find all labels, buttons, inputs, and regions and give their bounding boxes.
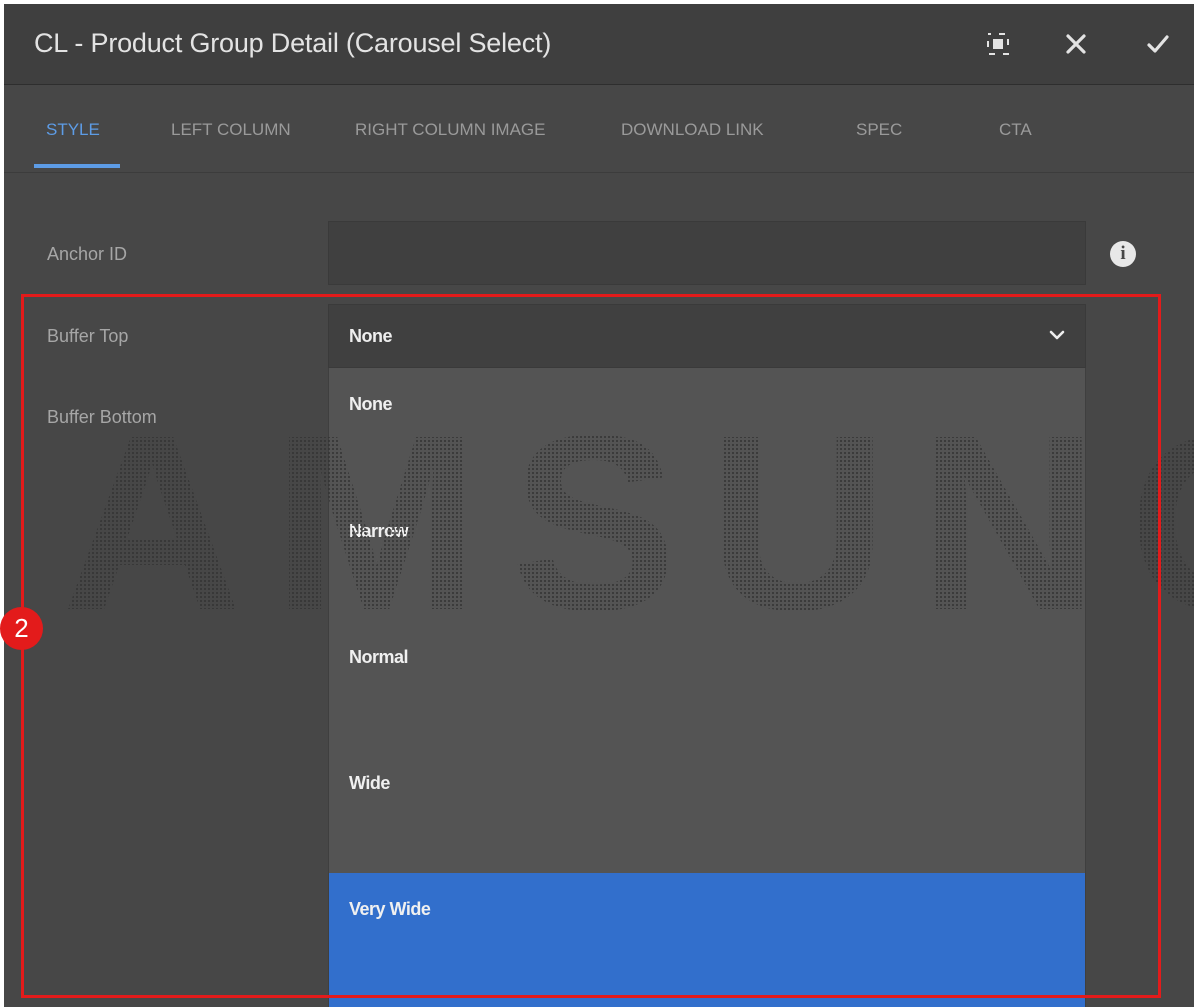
close-icon — [1066, 34, 1086, 54]
info-icon[interactable]: i — [1110, 241, 1136, 267]
dialog: CL - Product Group Detail (Carousel Sele… — [4, 4, 1194, 1007]
option-label: Wide — [349, 773, 390, 793]
tab-bar: STYLE LEFT COLUMN RIGHT COLUMN IMAGE DOW… — [4, 84, 1194, 173]
dropdown-option-wide[interactable]: Wide — [329, 747, 1085, 874]
fullscreen-icon — [987, 33, 1009, 55]
dropdown-option-narrow[interactable]: Narrow — [329, 495, 1085, 622]
buffer-top-select[interactable]: None — [328, 304, 1086, 368]
buffer-top-dropdown: None Narrow Normal Wide Very Wide — [328, 368, 1086, 1007]
annotation-badge: 2 — [0, 607, 43, 650]
buffer-top-label: Buffer Top — [47, 326, 129, 346]
buffer-top-value: None — [349, 326, 393, 346]
done-button[interactable] — [1140, 26, 1176, 62]
tab-download-link[interactable]: DOWNLOAD LINK — [621, 120, 764, 140]
buffer-bottom-label: Buffer Bottom — [47, 407, 157, 427]
tab-style[interactable]: STYLE — [46, 120, 100, 140]
option-label: Very Wide — [349, 899, 431, 919]
tab-right-column-image[interactable]: RIGHT COLUMN IMAGE — [355, 120, 545, 140]
option-label: Normal — [349, 647, 409, 667]
fullscreen-button[interactable] — [980, 26, 1016, 62]
tab-left-column[interactable]: LEFT COLUMN — [171, 120, 291, 140]
dropdown-option-normal[interactable]: Normal — [329, 621, 1085, 748]
active-tab-indicator — [34, 164, 120, 168]
checkmark-icon — [1147, 35, 1169, 53]
close-button[interactable] — [1058, 26, 1094, 62]
anchor-id-label: Anchor ID — [47, 244, 128, 264]
dropdown-option-very-wide[interactable]: Very Wide — [329, 873, 1085, 1007]
tab-cta[interactable]: CTA — [999, 120, 1032, 140]
dialog-title: CL - Product Group Detail (Carousel Sele… — [34, 28, 552, 58]
dropdown-option-none[interactable]: None — [329, 368, 1085, 495]
option-label: Narrow — [349, 521, 409, 541]
anchor-id-input[interactable] — [328, 221, 1086, 285]
tab-spec[interactable]: SPEC — [856, 120, 902, 140]
option-label: None — [349, 394, 393, 414]
chevron-down-icon — [1049, 330, 1065, 340]
dialog-titlebar: CL - Product Group Detail (Carousel Sele… — [4, 4, 1194, 85]
